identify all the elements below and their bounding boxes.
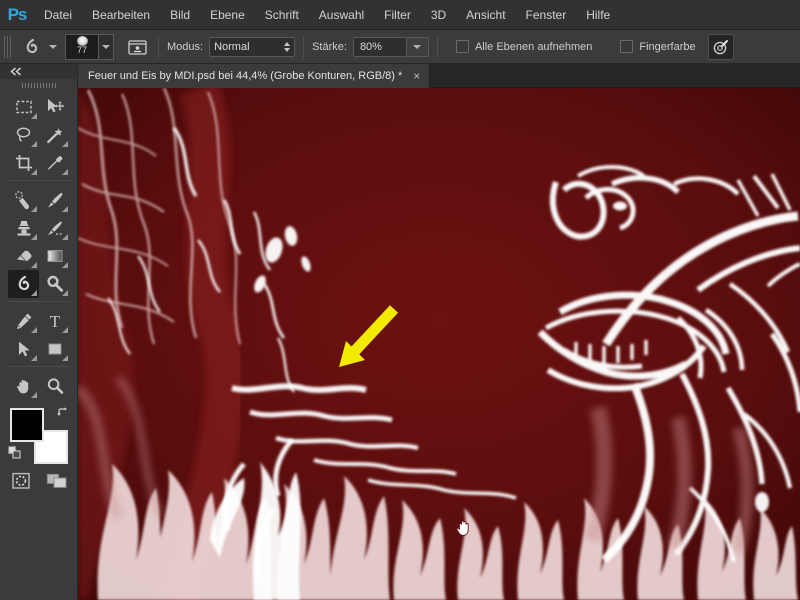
mode-buttons: [3, 470, 75, 492]
menu-ebene[interactable]: Ebene: [200, 0, 255, 30]
lasso-tool[interactable]: [8, 121, 39, 149]
tools-grid-top: [0, 91, 78, 177]
tools-panel: T: [0, 64, 78, 600]
sample-all-layers-label: Alle Ebenen aufnehmen: [474, 40, 593, 53]
color-swatches: [7, 406, 70, 464]
menu-schrift[interactable]: Schrift: [255, 0, 309, 30]
photoshop-logo: Ps: [7, 4, 28, 24]
quick-mask-mode-icon[interactable]: [8, 470, 34, 492]
chevron-down-icon: [413, 44, 422, 49]
svg-text:T: T: [49, 312, 60, 331]
strength-input[interactable]: 80%: [352, 36, 407, 57]
clone-stamp-tool[interactable]: [8, 214, 39, 242]
blend-mode-value: Normal: [214, 40, 250, 53]
strength-value: 80%: [359, 40, 382, 53]
swap-colors-icon[interactable]: [56, 406, 70, 420]
strength-dropdown-button[interactable]: [406, 36, 429, 57]
crop-tool[interactable]: [8, 149, 39, 177]
brush-tool[interactable]: [39, 186, 70, 214]
brush-preset-chevron-icon[interactable]: [99, 33, 114, 60]
rectangle-shape-tool[interactable]: [39, 335, 70, 363]
options-bar-grip[interactable]: [4, 35, 13, 58]
gradient-tool[interactable]: [39, 242, 70, 270]
brush-panel-toggle-icon[interactable]: [124, 35, 150, 59]
document-tab[interactable]: Feuer und Eis by MDI.psd bei 44,4% (Grob…: [78, 64, 431, 88]
tools-grid-vector: T: [0, 305, 78, 363]
brush-tip-preview-icon: [76, 35, 88, 46]
screen-mode-icon[interactable]: [44, 470, 70, 492]
dodge-tool[interactable]: [39, 270, 70, 298]
menu-fenster[interactable]: Fenster: [516, 0, 577, 30]
eyedropper-tool[interactable]: [39, 149, 70, 177]
spot-healing-brush-tool[interactable]: [8, 186, 39, 214]
options-divider: [158, 35, 159, 58]
default-colors-icon[interactable]: [7, 446, 22, 460]
artwork-image: [78, 88, 800, 600]
tablet-pressure-size-icon[interactable]: [707, 33, 734, 60]
mode-label: Modus:: [167, 40, 204, 53]
zoom-magnifier-icon: [47, 378, 63, 394]
menu-auswahl[interactable]: Auswahl: [309, 0, 374, 30]
brush-size-value: 77: [76, 44, 87, 55]
history-brush-tool[interactable]: [39, 214, 70, 242]
rectangular-marquee-tool[interactable]: [8, 93, 39, 121]
document-tab-bar: Feuer und Eis by MDI.psd bei 44,4% (Grob…: [78, 64, 800, 88]
path-selection-tool[interactable]: [8, 335, 39, 363]
foreground-color-swatch[interactable]: [9, 408, 44, 442]
move-tool[interactable]: [39, 93, 70, 121]
finger-paint-checkbox[interactable]: [620, 40, 634, 53]
options-divider: [436, 35, 438, 58]
blend-mode-select[interactable]: Normal: [209, 36, 296, 57]
chevron-down-icon: [102, 44, 110, 49]
photoshop-window: Ps Datei Bearbeiten Bild Ebene Schrift A…: [0, 0, 800, 600]
strength-label: Stärke:: [312, 40, 347, 53]
chevron-down-icon: [49, 44, 57, 49]
tool-preset-picker-chevron-icon[interactable]: [45, 35, 61, 59]
menu-hilfe[interactable]: Hilfe: [576, 0, 620, 30]
magic-wand-tool[interactable]: [39, 121, 70, 149]
finger-paint-label: Fingerfarbe: [639, 40, 696, 53]
menu-bearbeiten[interactable]: Bearbeiten: [82, 0, 160, 30]
smudge-tool-icon[interactable]: [19, 35, 45, 59]
close-icon[interactable]: ×: [410, 70, 423, 83]
hand-tool[interactable]: [8, 372, 39, 400]
tools-grid-nav: [0, 370, 78, 400]
menu-datei[interactable]: Datei: [34, 0, 82, 30]
hand-cursor: [455, 518, 473, 538]
document-tab-title: Feuer und Eis by MDI.psd bei 44,4% (Grob…: [88, 70, 403, 82]
sample-all-layers-checkbox[interactable]: [455, 40, 469, 53]
spinner-icon: [284, 41, 291, 52]
zoom-tool[interactable]: [39, 372, 70, 400]
tool-options-bar: 77 Modus: Normal Stärke: 80% Alle Ebenen…: [0, 30, 800, 64]
menu-ansicht[interactable]: Ansicht: [456, 0, 515, 30]
double-chevron-left-icon: [10, 67, 21, 76]
menu-bild[interactable]: Bild: [160, 0, 200, 30]
smudge-tool[interactable]: [8, 270, 39, 298]
move-icon: [47, 99, 64, 113]
type-tool[interactable]: T: [39, 307, 70, 335]
document-canvas[interactable]: [78, 88, 800, 600]
menu-bar: Ps Datei Bearbeiten Bild Ebene Schrift A…: [0, 0, 800, 30]
toolbar-collapse-button[interactable]: [0, 64, 77, 79]
pen-tool[interactable]: [8, 307, 39, 335]
sample-all-layers-row[interactable]: Alle Ebenen aufnehmen: [455, 40, 593, 53]
options-divider: [303, 35, 305, 58]
finger-paint-row[interactable]: Fingerfarbe: [620, 40, 696, 53]
tools-grid-retouch: [0, 184, 78, 298]
menu-3d[interactable]: 3D: [421, 0, 456, 30]
eraser-tool[interactable]: [8, 242, 39, 270]
menu-filter[interactable]: Filter: [374, 0, 421, 30]
tools-panel-grip[interactable]: [0, 79, 77, 91]
brush-preset-picker[interactable]: 77: [65, 33, 99, 60]
